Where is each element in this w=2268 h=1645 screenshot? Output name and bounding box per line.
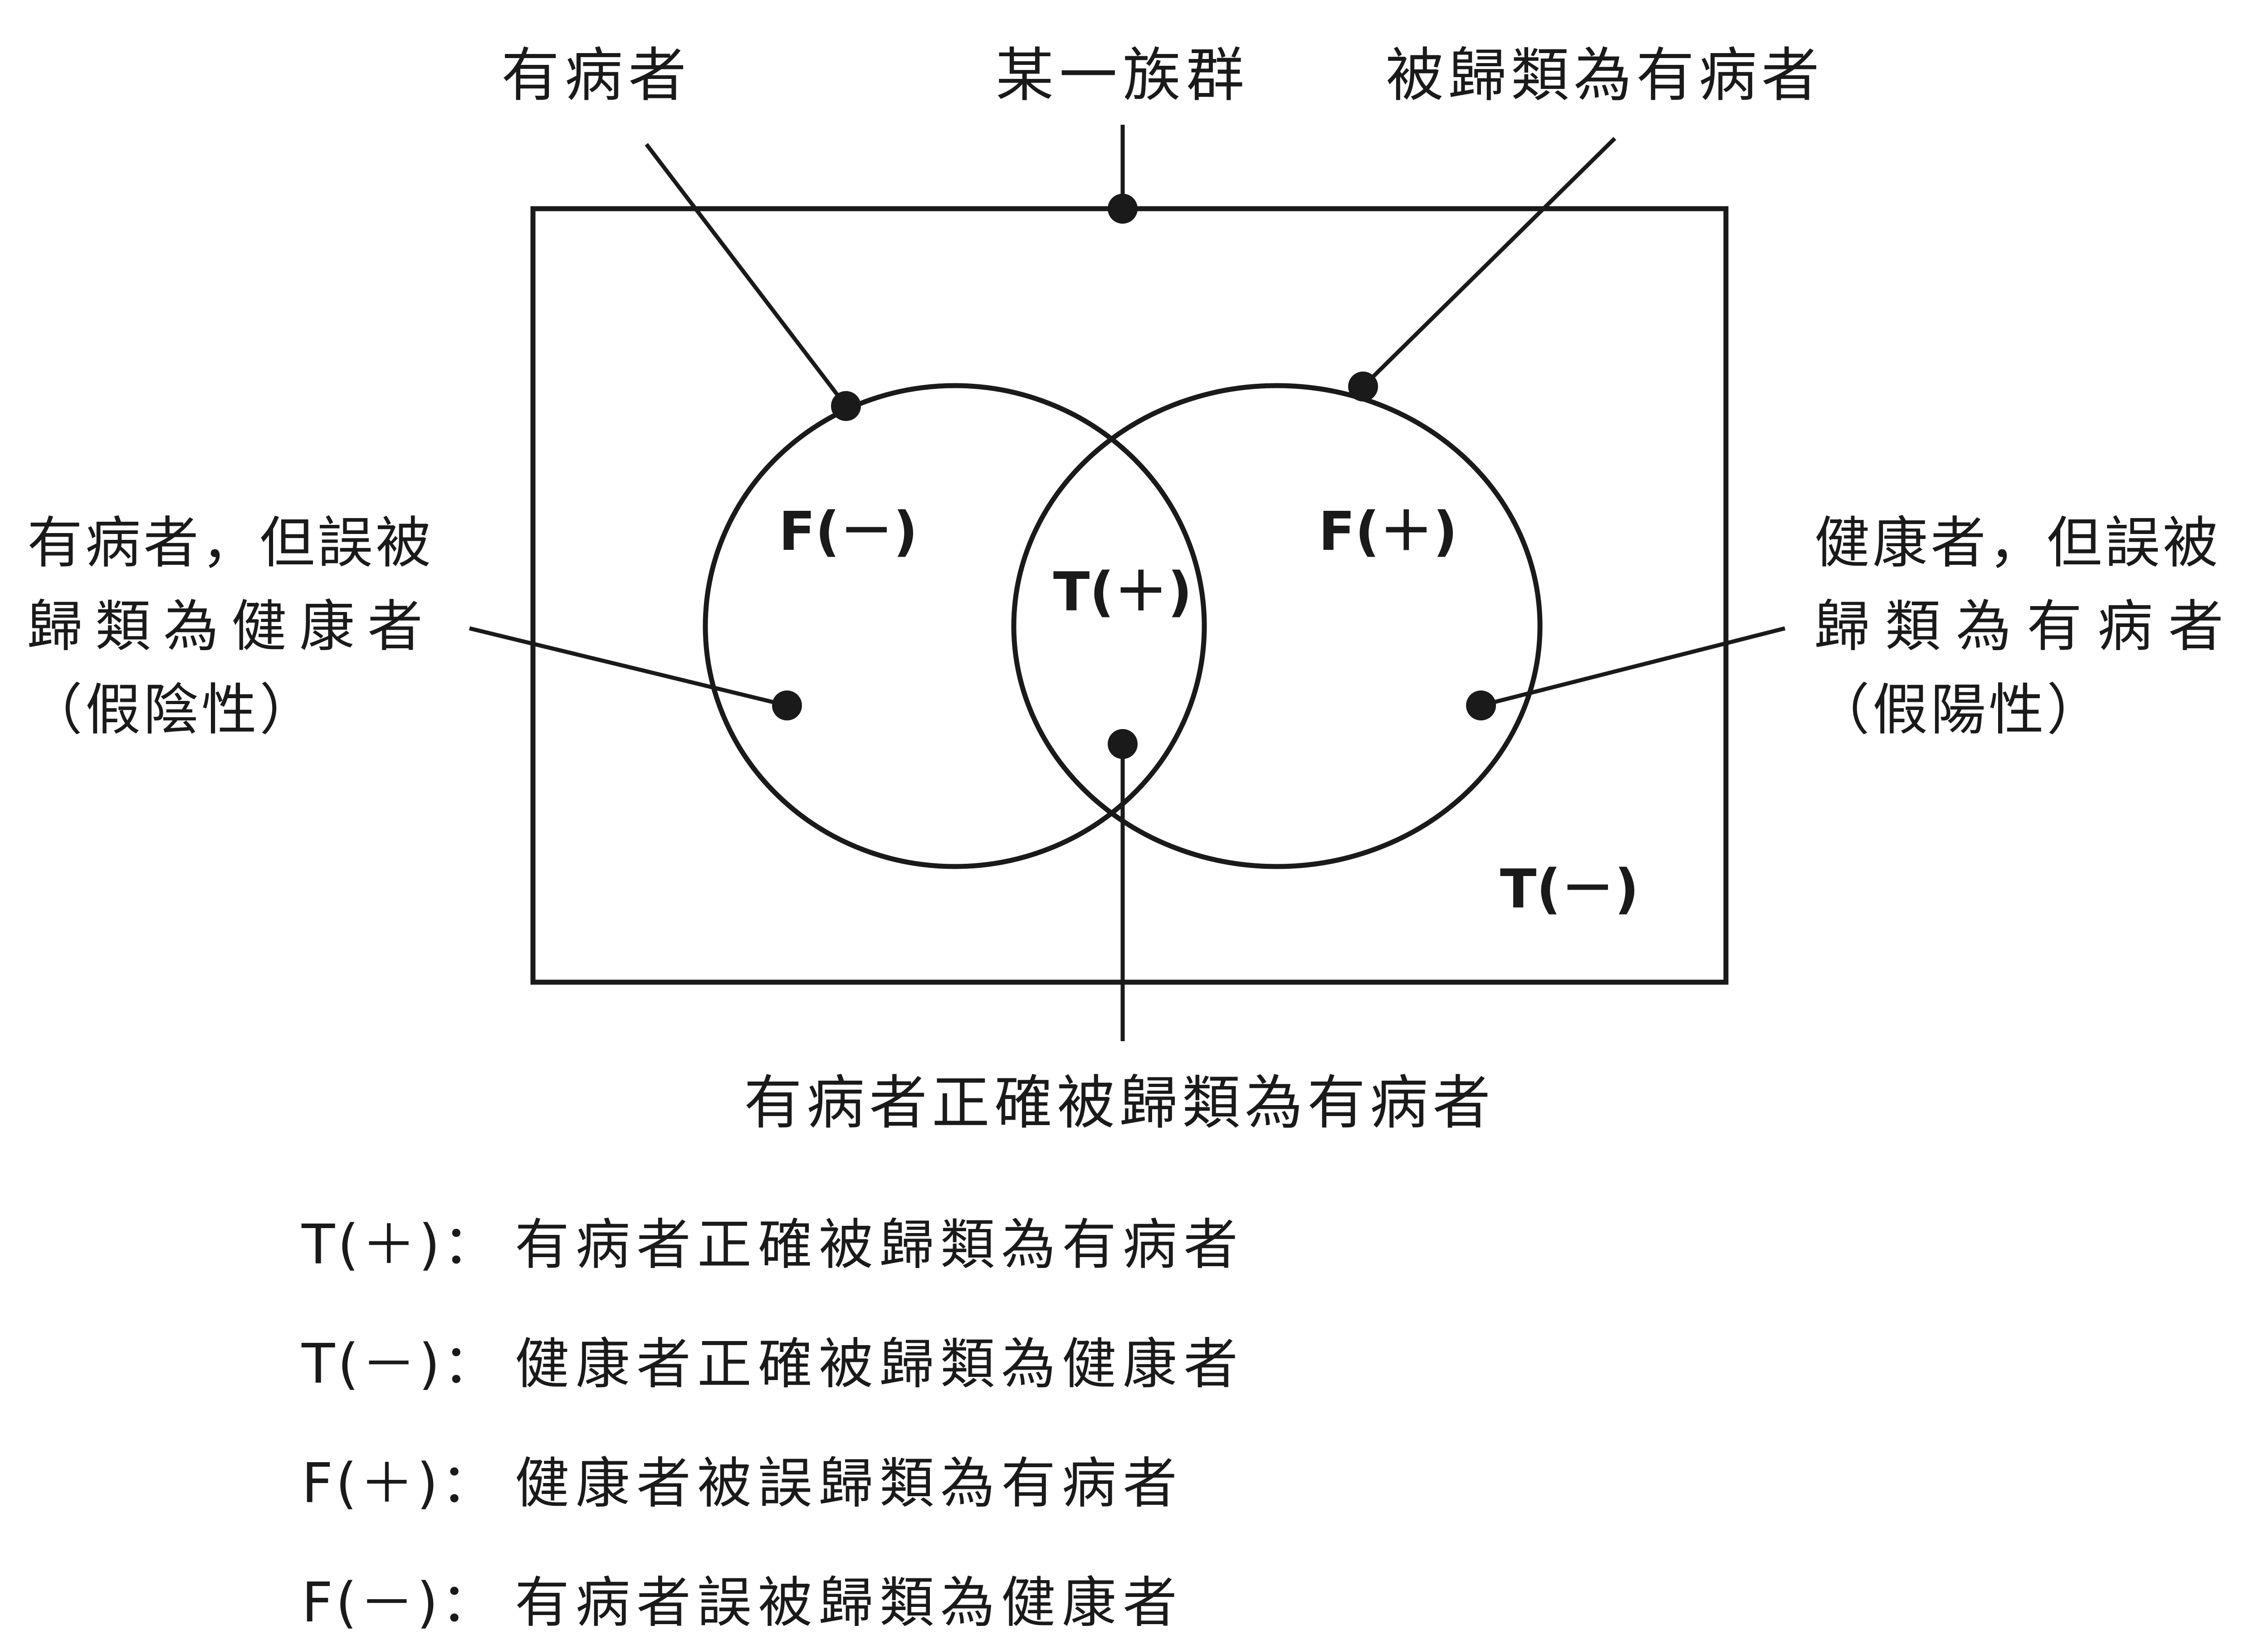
marker-diseased — [831, 391, 861, 421]
legend-row-false-negative: F(－)： 有病者誤被歸類為健康者 — [302, 1565, 1183, 1642]
false-negative-note-line-1: 有病者，但誤被 — [27, 511, 434, 575]
label-false-negative-note: 有病者，但誤被 歸類為健康者 （假陰性） — [27, 501, 445, 752]
label-true-positive-note: 有病者正確被歸類為有病者 — [744, 1069, 1496, 1137]
label-classified-diseased: 被歸類為有病者 — [1386, 42, 1824, 109]
label-diseased: 有病者 — [501, 42, 692, 109]
legend-code: T(＋)： — [302, 1214, 500, 1277]
legend-row-true-negative: T(－)： 健康者正確被歸類為健康者 — [302, 1326, 1244, 1403]
legend-text: 健康者正確被歸類為健康者 — [515, 1333, 1244, 1396]
diseased-circle — [703, 383, 1207, 869]
marker-false-positive — [1466, 690, 1496, 720]
legend-code: F(＋)： — [302, 1452, 498, 1515]
region-label-true-positive: T(＋) — [1053, 560, 1192, 623]
leader-line-classified-diseased — [1361, 137, 1617, 388]
legend-text: 有病者正確被歸類為有病者 — [515, 1214, 1244, 1277]
leader-line-diseased — [645, 143, 848, 407]
false-positive-note-line-1: 健康者，但誤被 — [1814, 511, 2221, 575]
region-label-true-negative: T(－) — [1500, 857, 1639, 920]
legend-code: F(－)： — [302, 1572, 498, 1635]
false-negative-note-line-2: 歸類為健康者 — [27, 594, 435, 659]
false-positive-note-line-2: 歸類為有病者 — [1814, 594, 2239, 659]
label-population: 某一族群 — [996, 42, 1250, 109]
label-false-positive-note: 健康者，但誤被 歸類為有病者 （假陽性） — [1814, 501, 2259, 752]
marker-classified-diseased — [1348, 372, 1378, 401]
legend-row-false-positive: F(＋)： 健康者被誤歸類為有病者 — [302, 1445, 1183, 1523]
region-label-false-positive: F(＋) — [1319, 500, 1457, 563]
false-positive-note-line-3: （假陽性） — [1814, 678, 2105, 742]
leader-line-false-positive — [1480, 626, 1786, 708]
marker-false-negative — [772, 690, 802, 720]
legend-text: 有病者誤被歸類為健康者 — [515, 1572, 1183, 1635]
legend-code: T(－)： — [302, 1333, 500, 1396]
region-label-false-negative: F(－) — [779, 500, 918, 563]
marker-true-positive — [1108, 729, 1138, 759]
false-negative-note-line-3: （假陰性） — [27, 678, 318, 742]
classified-diseased-circle — [1011, 383, 1543, 869]
legend-text: 健康者被誤歸類為有病者 — [515, 1452, 1183, 1515]
legend-row-true-positive: T(＋)： 有病者正確被歸類為有病者 — [302, 1207, 1244, 1284]
marker-population — [1108, 194, 1138, 224]
leader-line-false-negative — [469, 626, 788, 708]
